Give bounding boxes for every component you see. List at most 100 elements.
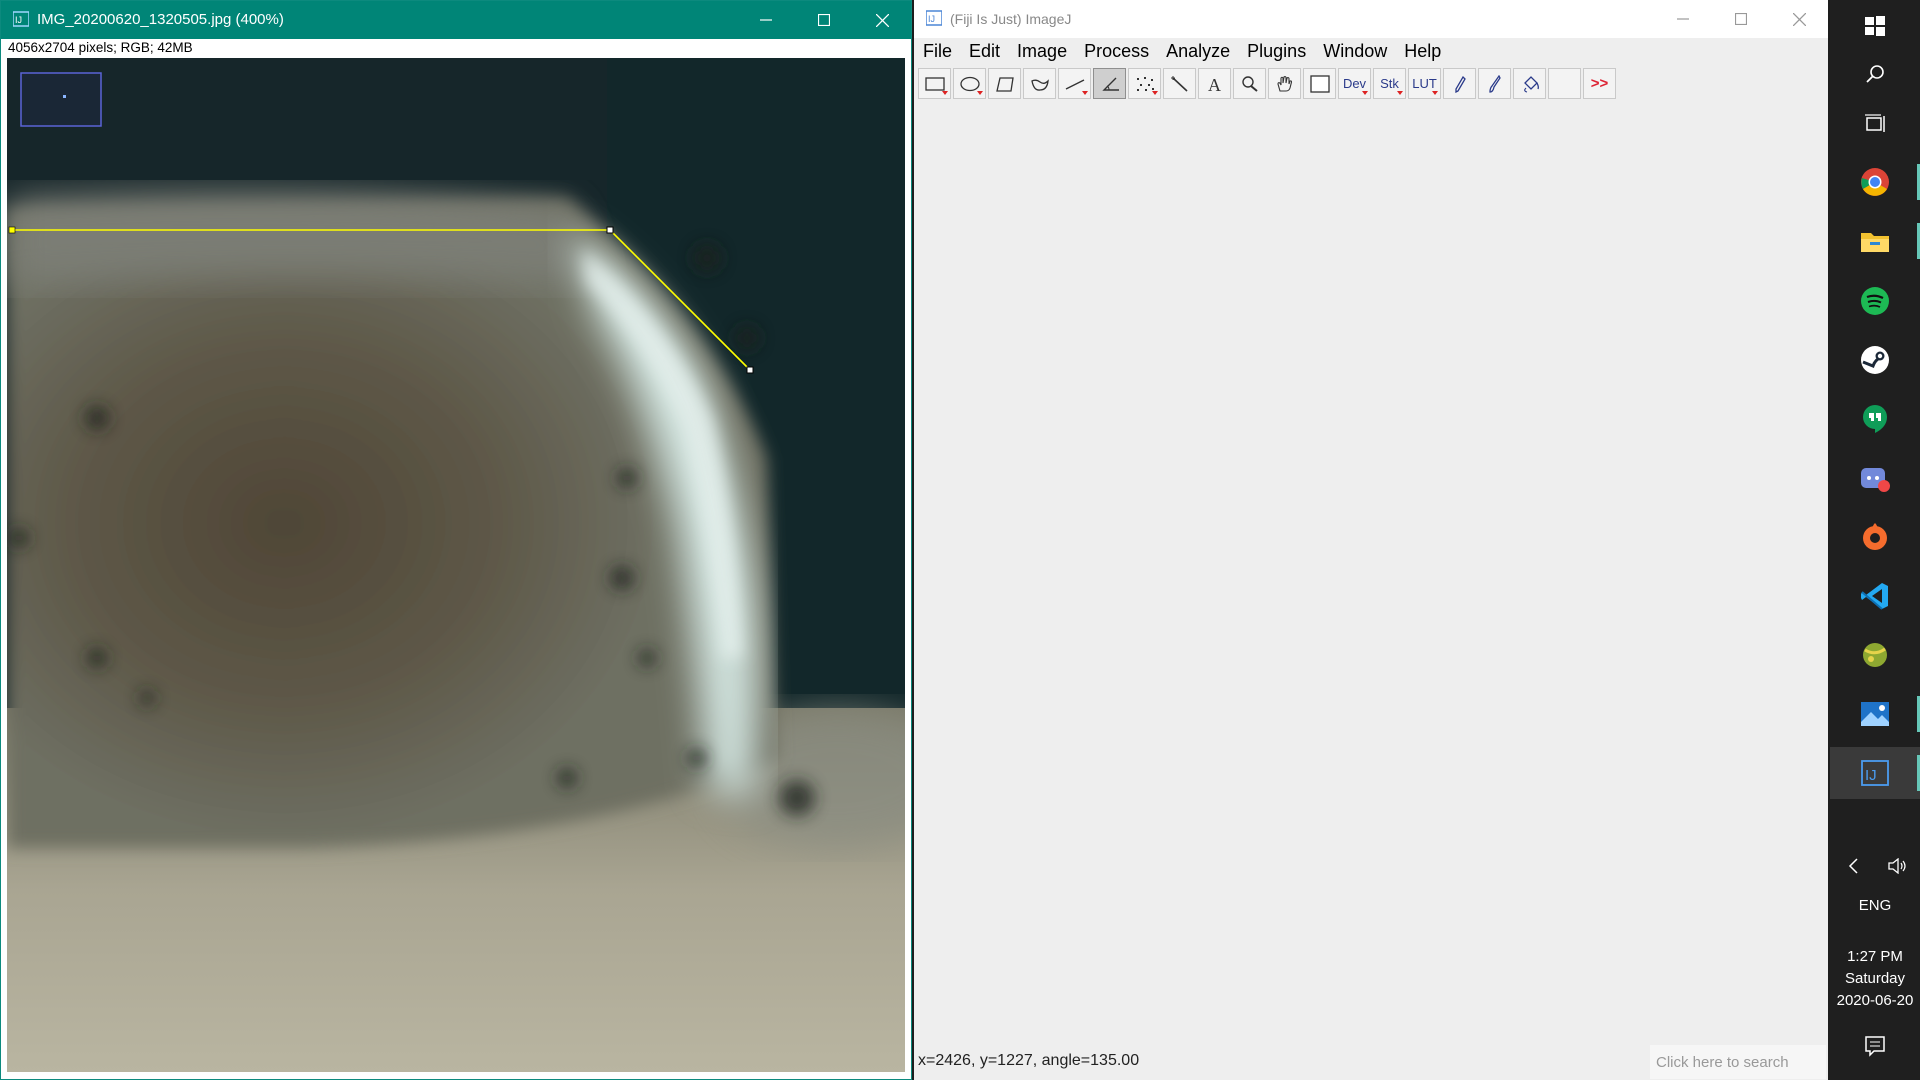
maximize-icon: [1735, 13, 1747, 25]
clock-date: 2020-06-20: [1836, 992, 1914, 1009]
wand-tool[interactable]: [1163, 68, 1196, 99]
windows-start-icon: [1865, 16, 1885, 36]
status-bar: x=2426, y=1227, angle=135.00: [918, 1052, 1140, 1069]
imagej-titlebar[interactable]: IJ (Fiji Is Just) ImageJ: [914, 0, 1828, 38]
discord-icon: [1861, 468, 1890, 492]
taskbar-steam[interactable]: [1830, 334, 1920, 386]
point-tool[interactable]: [1128, 68, 1161, 99]
menu-window[interactable]: Window: [1314, 38, 1395, 64]
flood-fill-icon: [1523, 75, 1539, 93]
taskbar-file-explorer[interactable]: [1830, 215, 1920, 267]
clock[interactable]: 1:27 PM Saturday 2020-06-20: [1830, 946, 1920, 1012]
taskbar-origin[interactable]: [1830, 511, 1920, 563]
angle-icon: [1101, 77, 1119, 91]
image-window: IJ IMG_20200620_1320505.jpg (400%) 4056x…: [0, 0, 912, 1080]
color-picker-tool[interactable]: [1303, 68, 1336, 99]
angle-handle-end[interactable]: [746, 366, 754, 374]
rectangle-icon: [924, 76, 945, 91]
dev-label: Dev: [1342, 76, 1367, 91]
hangouts-icon: [1863, 405, 1887, 433]
show-hidden-icons-button[interactable]: [1830, 840, 1875, 892]
angle-handle-vertex[interactable]: [606, 226, 614, 234]
taskbar-photos[interactable]: [1830, 688, 1920, 740]
rectangle-tool[interactable]: [918, 68, 951, 99]
line-tool[interactable]: [1058, 68, 1091, 99]
color-picker-icon: [1309, 74, 1330, 93]
freehand-tool[interactable]: [1023, 68, 1056, 99]
line-icon: [1065, 78, 1084, 90]
image-info-bar: 4056x2704 pixels; RGB; 42MB: [8, 40, 193, 55]
svg-text:IJ: IJ: [928, 14, 935, 24]
taskbar-chrome[interactable]: [1830, 156, 1920, 208]
pencil-icon: [1454, 75, 1466, 93]
maximize-icon: [818, 14, 830, 26]
menu-image[interactable]: Image: [1008, 38, 1075, 64]
menu-file[interactable]: File: [914, 38, 960, 64]
menu-edit[interactable]: Edit: [960, 38, 1008, 64]
minimize-button[interactable]: [1654, 0, 1712, 38]
volume-button[interactable]: [1875, 840, 1920, 892]
input-language[interactable]: ENG: [1830, 897, 1920, 914]
brush-tool[interactable]: [1478, 68, 1511, 99]
pencil-tool[interactable]: [1443, 68, 1476, 99]
steam-icon: [1861, 346, 1889, 374]
task-view-icon: [1865, 114, 1885, 132]
zoom-navigator[interactable]: [20, 72, 102, 127]
angle-handle-start[interactable]: [8, 226, 16, 234]
text-tool[interactable]: A: [1198, 68, 1231, 99]
menu-process[interactable]: Process: [1075, 38, 1157, 64]
chevron-left-icon: [1848, 858, 1858, 874]
freehand-icon: [1030, 78, 1049, 91]
svg-text:IJ: IJ: [15, 15, 22, 25]
lut-menu[interactable]: LUT: [1408, 68, 1441, 99]
taskbar-fiji[interactable]: IJ: [1830, 747, 1920, 799]
action-center-button[interactable]: [1830, 1020, 1920, 1072]
maximize-button[interactable]: [795, 1, 853, 39]
hand-tool[interactable]: [1268, 68, 1301, 99]
close-icon: [1792, 12, 1806, 26]
polygon-tool[interactable]: [988, 68, 1021, 99]
developer-menu[interactable]: Dev: [1338, 68, 1371, 99]
minimize-button[interactable]: [737, 1, 795, 39]
taskbar-ball-app[interactable]: [1830, 629, 1920, 681]
close-button[interactable]: [853, 1, 911, 39]
search-button[interactable]: [1830, 48, 1920, 100]
imagej-title: (Fiji Is Just) ImageJ: [950, 11, 1072, 27]
minimize-icon: [1677, 18, 1689, 20]
zoom-tool[interactable]: [1233, 68, 1266, 99]
search-input[interactable]: Click here to search: [1650, 1045, 1826, 1079]
fiji-icon: IJ: [1861, 760, 1889, 786]
more-tools-icon: >>: [1590, 75, 1609, 92]
empty-tool-slot[interactable]: [1548, 68, 1581, 99]
lut-label: LUT: [1412, 76, 1437, 91]
hand-icon: [1276, 75, 1292, 92]
more-tools-button[interactable]: >>: [1583, 68, 1616, 99]
file-explorer-icon: [1861, 233, 1889, 252]
taskbar: IJ ENG 1:27 PM Saturday 2020-06-20: [1830, 0, 1920, 1080]
notification-icon: [1865, 1036, 1885, 1057]
svg-text:A: A: [1208, 75, 1221, 93]
maximize-button[interactable]: [1712, 0, 1770, 38]
stacks-menu[interactable]: Stk: [1373, 68, 1406, 99]
taskbar-hangouts[interactable]: [1830, 393, 1920, 445]
menu-help[interactable]: Help: [1395, 38, 1449, 64]
ball-app-icon: [1863, 643, 1887, 667]
angle-tool[interactable]: [1093, 68, 1126, 99]
flood-fill-tool[interactable]: [1513, 68, 1546, 99]
chrome-icon: [1861, 168, 1889, 196]
image-canvas[interactable]: [7, 58, 905, 1072]
menu-plugins[interactable]: Plugins: [1238, 38, 1314, 64]
oval-tool[interactable]: [953, 68, 986, 99]
close-button[interactable]: [1770, 0, 1828, 38]
taskbar-vscode[interactable]: [1830, 570, 1920, 622]
zoom-navigator-viewport: [63, 95, 66, 98]
menu-analyze[interactable]: Analyze: [1157, 38, 1238, 64]
start-button[interactable]: [1830, 0, 1920, 52]
task-view-button[interactable]: [1830, 98, 1920, 150]
imagej-window: IJ (Fiji Is Just) ImageJ File Edit Image…: [914, 0, 1828, 1080]
taskbar-spotify[interactable]: [1830, 275, 1920, 327]
image-window-titlebar[interactable]: IJ IMG_20200620_1320505.jpg (400%): [1, 1, 911, 39]
taskbar-discord[interactable]: [1830, 452, 1920, 504]
clock-day: Saturday: [1844, 970, 1906, 987]
minimize-icon: [760, 19, 772, 21]
